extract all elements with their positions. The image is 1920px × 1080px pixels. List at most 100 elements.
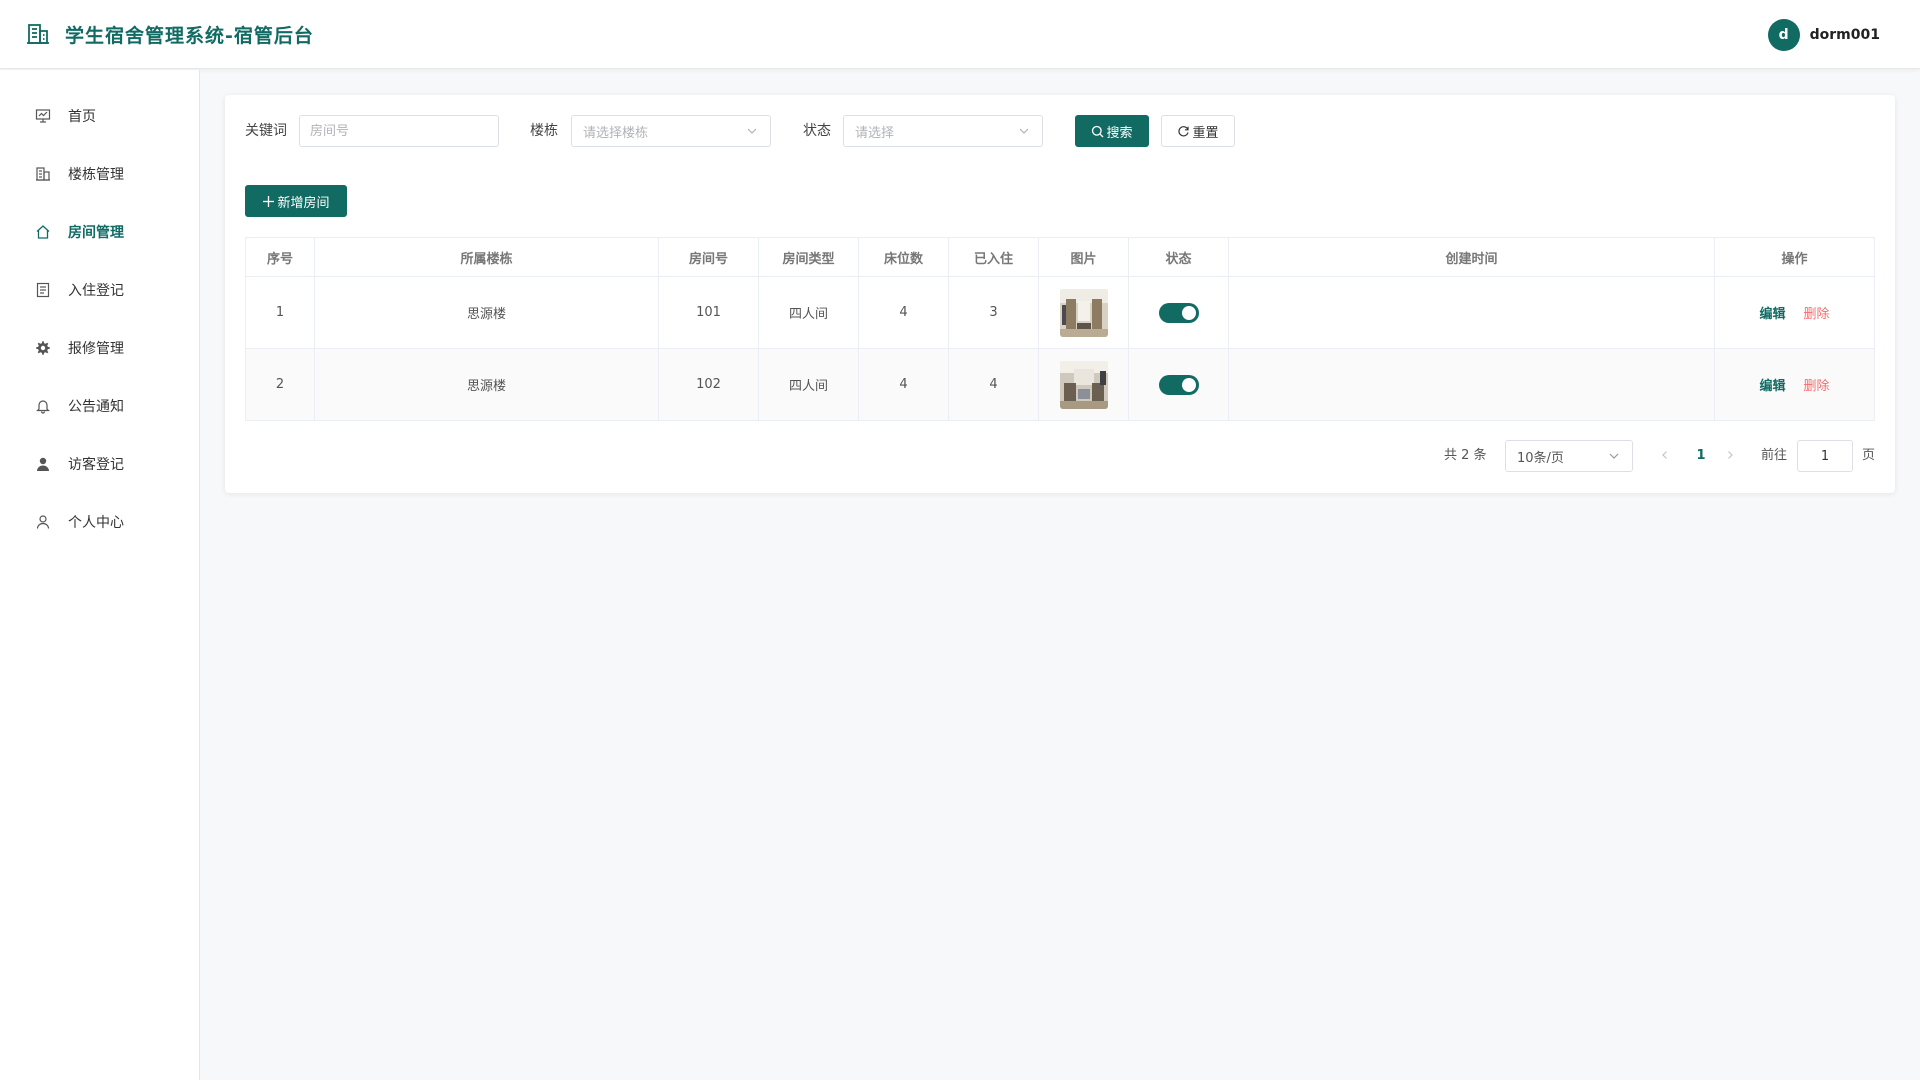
search-button[interactable]: 搜索 [1075, 115, 1149, 147]
pagination-total: 共 2 条 [1444, 448, 1487, 463]
username[interactable]: dorm001 [1810, 27, 1880, 43]
cell-status [1129, 349, 1229, 420]
cell-room-number: 102 [659, 349, 759, 420]
chevron-down-icon [1018, 125, 1030, 137]
cell-room-number: 101 [659, 277, 759, 348]
cell-created-time [1229, 277, 1715, 348]
cell-building: 思源楼 [315, 349, 659, 420]
monitor-chart-icon [34, 107, 52, 125]
sidebar-item-label: 公告通知 [68, 399, 124, 415]
building-select-placeholder: 请选择楼栋 [583, 125, 649, 141]
chevron-left-icon [1660, 448, 1670, 464]
avatar[interactable]: d [1767, 19, 1800, 51]
cell-occupied: 4 [949, 349, 1039, 420]
next-page-button[interactable] [1720, 440, 1740, 472]
goto-label: 前往 [1761, 448, 1788, 463]
table-header: 序号 所属楼栋 房间号 房间类型 床位数 已入住 图片 状态 创建时间 操作 [246, 238, 1874, 277]
brand: 学生宿舍管理系统-宿管后台 [26, 21, 314, 48]
refresh-icon [1177, 125, 1190, 138]
gear-icon [34, 339, 52, 357]
column-header: 图片 [1039, 238, 1129, 276]
add-room-button-label: 新增房间 [277, 195, 330, 211]
sidebar-item-buildings[interactable]: 楼栋管理 [0, 154, 199, 194]
delete-link[interactable]: 删除 [1804, 303, 1830, 322]
edit-link[interactable]: 编辑 [1759, 375, 1785, 394]
prev-page-button[interactable] [1655, 440, 1675, 472]
keyword-input[interactable] [299, 115, 499, 147]
status-toggle[interactable] [1158, 302, 1199, 323]
column-header: 操作 [1781, 251, 1808, 267]
building-icon [26, 22, 50, 46]
page-number-current[interactable]: 1 [1689, 440, 1713, 472]
room-list-card: 关键词 楼栋 请选择楼栋 状态 请选择 搜索 重置 新增房间 序号 [225, 95, 1895, 493]
sidebar-item-notices[interactable]: 公告通知 [0, 386, 199, 426]
reset-button[interactable]: 重置 [1161, 115, 1235, 147]
cell-index: 2 [246, 349, 315, 420]
table-row: 2 思源楼 102 四人间 4 4 编辑 删除 [246, 349, 1874, 421]
cell-beds: 4 [859, 349, 949, 420]
cell-room-type: 四人间 [759, 277, 859, 348]
sidebar-item-label: 入住登记 [68, 283, 124, 299]
page-size-value: 10条/页 [1517, 450, 1564, 466]
building-label: 楼栋 [530, 123, 558, 139]
bell-icon [34, 397, 52, 415]
user-menu[interactable]: d dorm001 [1767, 19, 1880, 51]
goto-page-input[interactable] [1797, 440, 1853, 472]
room-thumbnail[interactable] [1059, 360, 1108, 409]
column-header: 序号 [246, 238, 315, 276]
cell-index: 1 [246, 277, 315, 348]
table-row: 1 思源楼 101 四人间 4 3 编辑 删除 [246, 277, 1874, 349]
cell-image [1039, 277, 1129, 348]
sidebar-item-visitors[interactable]: 访客登记 [0, 444, 199, 484]
sidebar-item-checkin[interactable]: 入住登记 [0, 270, 199, 310]
user-filled-icon [34, 455, 52, 473]
column-header: 房间类型 [759, 238, 859, 276]
user-outline-icon [34, 513, 52, 531]
document-icon [34, 281, 52, 299]
cell-occupied: 3 [949, 277, 1039, 348]
reset-button-label: 重置 [1192, 125, 1219, 141]
app-title: 学生宿舍管理系统-宿管后台 [65, 24, 314, 47]
toggle-knob [1181, 305, 1196, 320]
sidebar-item-label: 个人中心 [68, 515, 124, 531]
status-label: 状态 [803, 123, 831, 139]
search-button-label: 搜索 [1106, 125, 1133, 141]
top-header: 学生宿舍管理系统-宿管后台 d dorm001 [0, 0, 1920, 69]
search-icon [1091, 125, 1104, 138]
delete-link[interactable]: 删除 [1804, 375, 1830, 394]
sidebar: 首页 楼栋管理 房间管理 入住登记 报修管理 公告通知 访客登记 个人中心 [0, 70, 200, 1080]
room-thumbnail[interactable] [1059, 288, 1108, 337]
add-room-button[interactable]: 新增房间 [245, 185, 347, 217]
sidebar-item-rooms[interactable]: 房间管理 [0, 212, 199, 252]
cell-beds: 4 [859, 277, 949, 348]
sidebar-item-label: 首页 [68, 109, 96, 125]
status-toggle[interactable] [1158, 374, 1199, 395]
building-select[interactable]: 请选择楼栋 [571, 115, 771, 147]
sidebar-item-profile[interactable]: 个人中心 [0, 502, 199, 542]
sidebar-item-label: 楼栋管理 [68, 167, 124, 183]
status-select[interactable]: 请选择 [843, 115, 1043, 147]
status-select-placeholder: 请选择 [855, 125, 895, 141]
edit-link[interactable]: 编辑 [1759, 303, 1785, 322]
page-suffix: 页 [1862, 448, 1876, 463]
column-header: 状态 [1129, 238, 1229, 276]
building-icon [34, 165, 52, 183]
sidebar-item-label: 报修管理 [68, 341, 124, 357]
column-header: 创建时间 [1229, 238, 1715, 276]
cell-image [1039, 349, 1129, 420]
toggle-knob [1181, 377, 1196, 392]
cell-room-type: 四人间 [759, 349, 859, 420]
sidebar-item-repairs[interactable]: 报修管理 [0, 328, 199, 368]
chevron-right-icon [1725, 448, 1735, 464]
sidebar-item-home[interactable]: 首页 [0, 96, 199, 136]
sidebar-item-label: 访客登记 [68, 457, 124, 473]
keyword-label: 关键词 [245, 123, 287, 139]
chevron-down-icon [746, 125, 758, 137]
sidebar-item-label: 房间管理 [68, 225, 124, 241]
page-size-select[interactable]: 10条/页 [1505, 440, 1633, 472]
column-header: 所属楼栋 [315, 238, 659, 276]
rooms-table: 序号 所属楼栋 房间号 房间类型 床位数 已入住 图片 状态 创建时间 操作 1… [245, 237, 1875, 421]
column-header: 床位数 [859, 238, 949, 276]
chevron-down-icon [1608, 450, 1620, 462]
cell-status [1129, 277, 1229, 348]
